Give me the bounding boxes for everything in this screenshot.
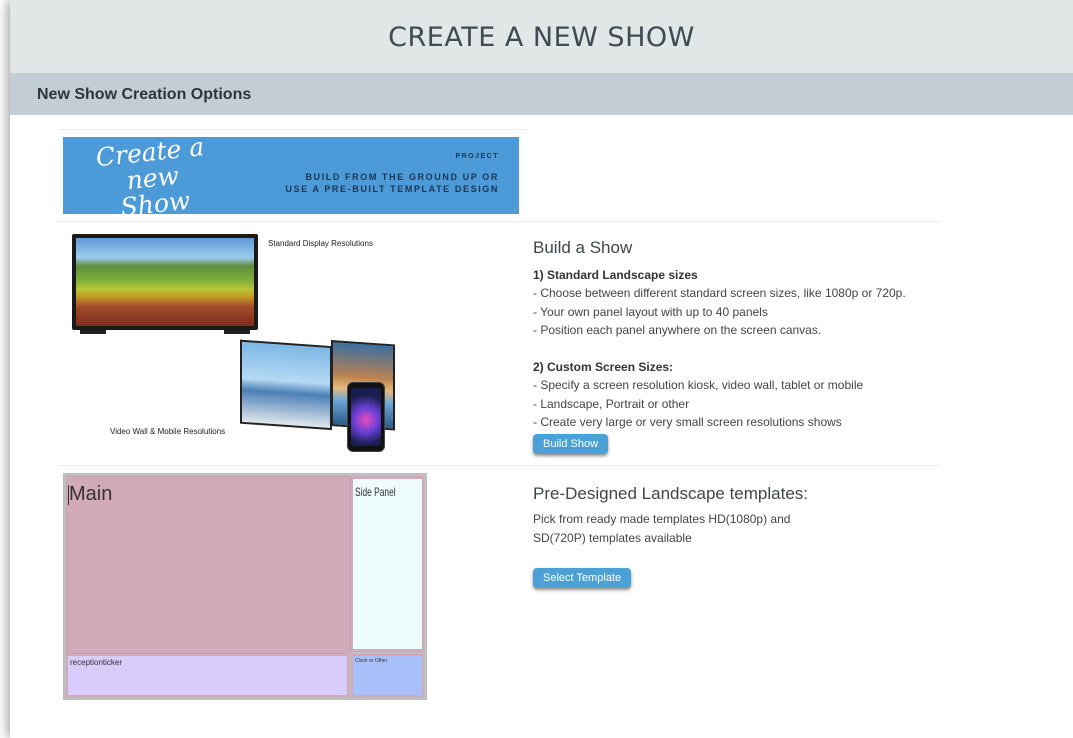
wall-mobile-caption: Video Wall & Mobile Resolutions [110,427,226,436]
divider [58,465,941,466]
clock-panel-label: Clock or Other [355,658,388,664]
section-header: New Show Creation Options [10,73,1073,115]
banner-script-text: Create a new Show [94,137,206,214]
clock-panel-area: Clock or Other [353,656,422,695]
standard-sizes-list: - Choose between different standard scre… [533,284,906,340]
description-line: SD(720P) templates available [533,530,692,545]
section-title: New Show Creation Options [37,86,252,103]
banner-project-label: PROJECT [455,153,499,160]
select-template-button[interactable]: Select Template [533,568,632,588]
page-title: CREATE A NEW SHOW [388,22,695,53]
ticker-panel-area: receptionticker [68,656,347,695]
list-item: - Create very large or very small screen… [533,415,842,429]
template-main-panel: Main [66,476,351,654]
app-window: CREATE A NEW SHOW New Show Creation Opti… [10,0,1073,738]
list-item: - Choose between different standard scre… [533,286,906,300]
page-header: CREATE A NEW SHOW [10,0,1073,73]
divider [58,221,941,222]
divider [58,129,528,130]
banner-line-1: BUILD FROM THE GROUND UP OR [305,172,499,182]
list-item: - Position each panel anywhere on the sc… [533,323,822,337]
template-clock-panel: Clock or Other [351,654,424,697]
description-line: Pick from ready made templates HD(1080p)… [533,512,791,526]
custom-sizes-title: 2) Custom Screen Sizes: [533,360,674,374]
side-panel-area: Side Panel [353,479,422,649]
template-ticker-panel: receptionticker [66,654,349,697]
custom-sizes-list: - Specify a screen resolution kiosk, vid… [533,376,863,432]
build-show-heading: Build a Show [533,238,633,257]
tv-screen-image [76,238,254,326]
templates-description: Pick from ready made templates HD(1080p)… [533,510,790,547]
list-item: - Specify a screen resolution kiosk, vid… [533,378,864,392]
video-wall-panel [240,339,332,431]
templates-heading: Pre-Designed Landscape templates: [533,484,808,503]
build-show-button[interactable]: Build Show [533,434,609,454]
template-side-panel: Side Panel [351,476,424,652]
main-panel-label: Main [69,483,113,505]
tv-stand [80,330,106,334]
list-item: - Your own panel layout with up to 40 pa… [533,304,768,319]
list-item: - Landscape, Portrait or other [533,396,690,411]
template-preview[interactable]: Main Side Panel receptionticker Clock or… [63,473,427,700]
banner-line-2: USE A PRE-BUILT TEMPLATE DESIGN [285,184,499,194]
phone-screen [351,388,381,446]
ticker-panel-label: receptionticker [70,658,123,667]
tv-illustration [72,234,258,334]
standard-sizes-title: 1) Standard Landscape sizes [533,268,698,282]
standard-resolutions-caption: Standard Display Resolutions [268,239,373,248]
create-show-banner: Create a new Show PROJECT BUILD FROM THE… [63,137,519,214]
side-panel-label: Side Panel [355,485,396,499]
mobile-phone-illustration [347,382,385,452]
